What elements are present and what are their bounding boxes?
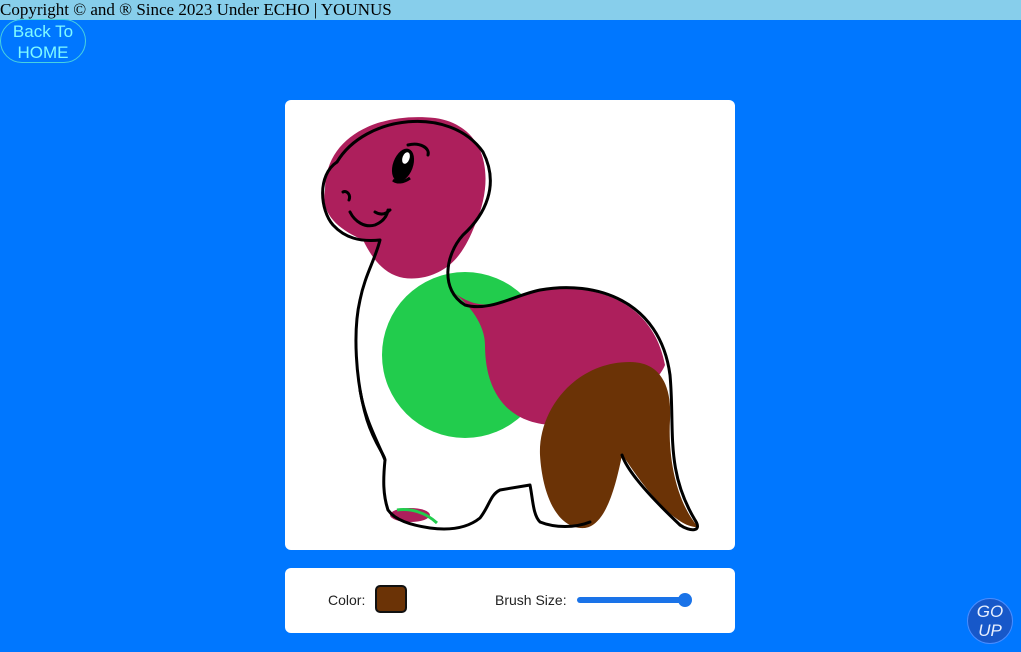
brush-size-slider[interactable] [577,593,692,607]
copyright-bar: Copyright © and ® Since 2023 Under ECHO … [0,0,1021,20]
brush-size-label: Brush Size: [495,592,567,608]
drawing-canvas[interactable] [285,100,735,550]
back-label-line2: HOME [17,43,69,62]
go-up-button[interactable]: GO UP [967,598,1013,644]
back-to-home-button[interactable]: Back To HOME [0,19,86,63]
brush-size-slider-thumb[interactable] [678,593,692,607]
paint-controls: Color: Brush Size: [285,568,735,633]
go-up-line2: UP [978,621,1002,640]
color-picker[interactable] [375,585,407,613]
dinosaur-coloring-page [321,117,699,532]
go-up-line1: GO [976,602,1004,621]
back-label-line1: Back To [12,22,74,41]
paint-layer [324,117,698,529]
copyright-text: Copyright © and ® Since 2023 Under ECHO … [0,0,392,19]
color-label: Color: [328,592,366,608]
